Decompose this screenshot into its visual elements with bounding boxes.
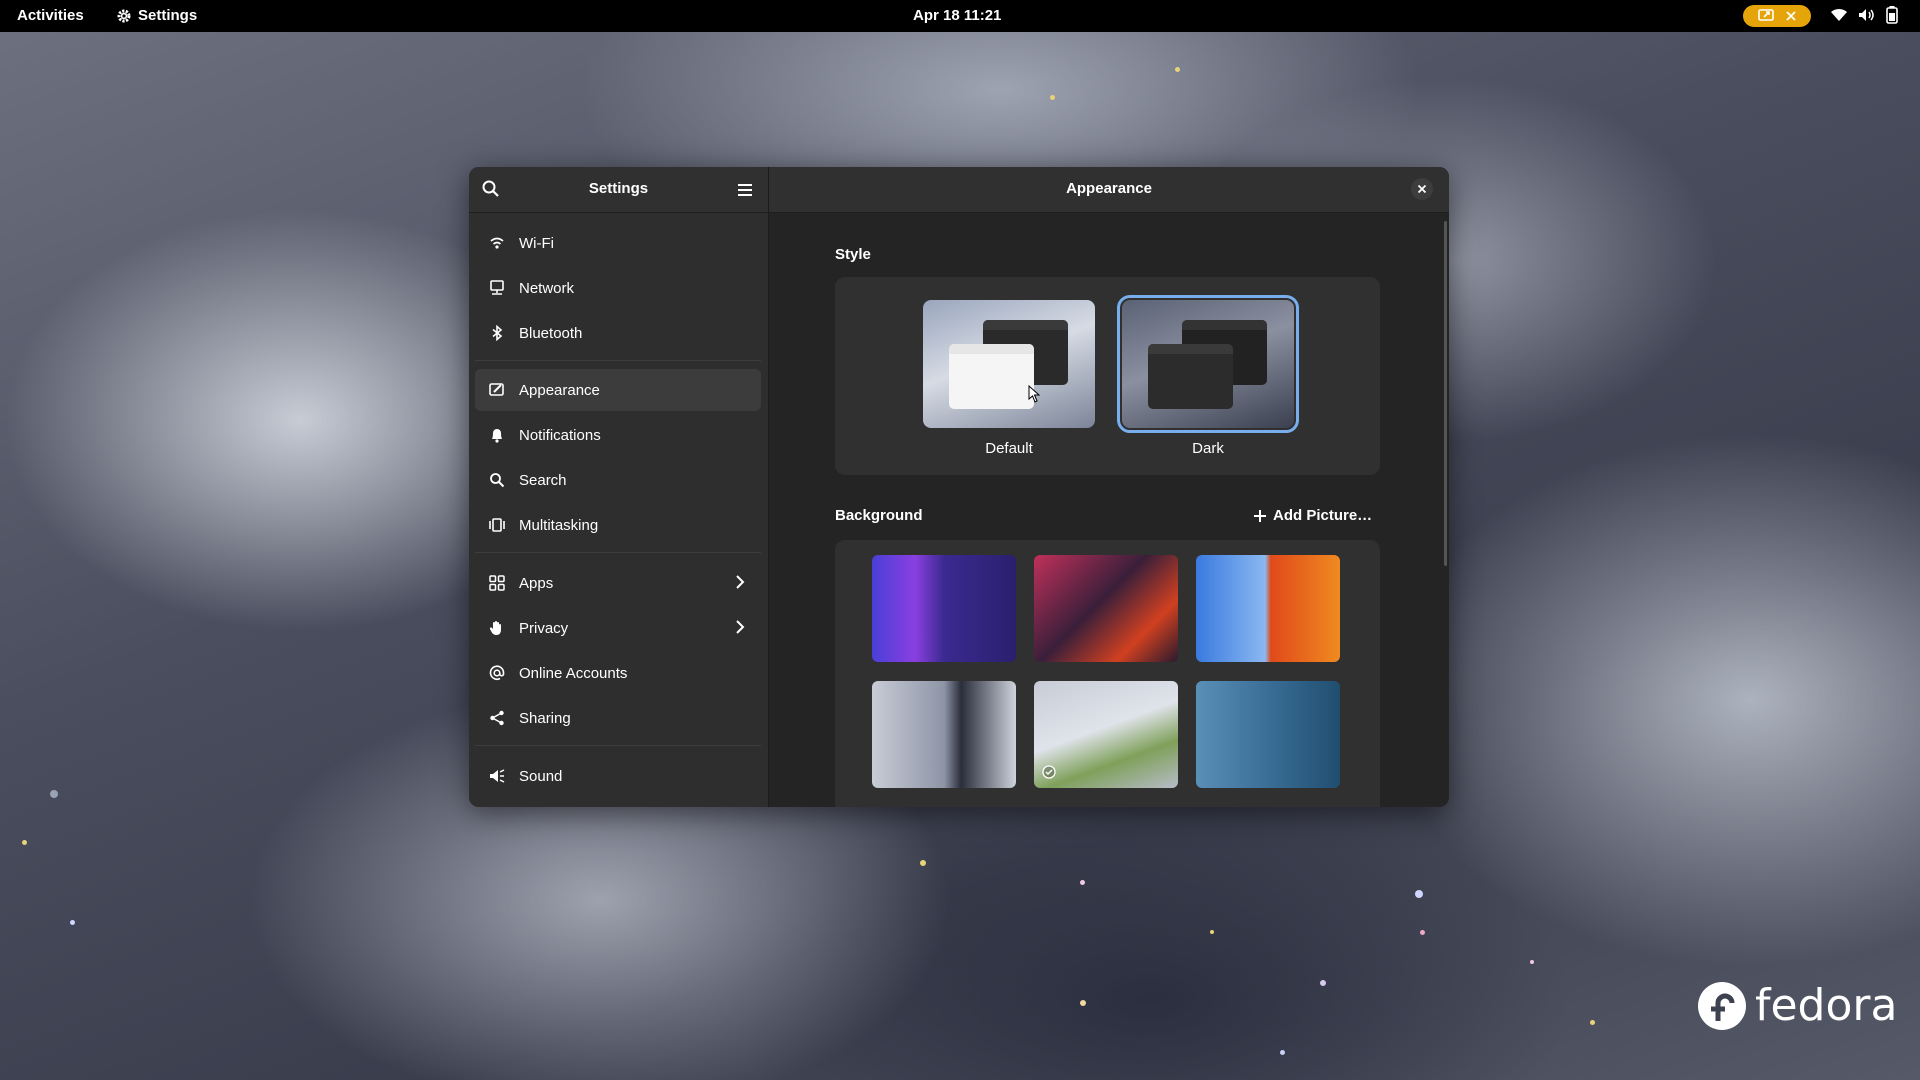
- add-picture-button[interactable]: Add Picture…: [1253, 507, 1372, 524]
- sidebar-item-label: Search: [519, 471, 567, 489]
- appearance-icon: [487, 380, 507, 400]
- wifi-icon: [1831, 8, 1847, 21]
- sidebar-item-sharing[interactable]: Sharing: [475, 697, 761, 739]
- background-thumbnail[interactable]: [1034, 555, 1178, 662]
- sidebar-item-online-accounts[interactable]: Online Accounts: [475, 652, 761, 694]
- background-card: [835, 540, 1380, 807]
- sidebar-item-apps[interactable]: Apps: [475, 562, 761, 604]
- style-card: Default Dark: [835, 277, 1380, 475]
- style-label-dark: Dark: [1192, 440, 1224, 457]
- sidebar-item-label: Online Accounts: [519, 664, 628, 682]
- sidebar-separator: [475, 360, 761, 361]
- settings-window: Settings Wi-Fi Network Bluetooth Appeara…: [469, 167, 1449, 807]
- sidebar-item-label: Appearance: [519, 381, 600, 399]
- bluetooth-icon: [487, 323, 507, 343]
- screen-share-indicator[interactable]: [1743, 5, 1811, 27]
- sidebar: Settings Wi-Fi Network Bluetooth Appeara…: [469, 167, 769, 807]
- close-button[interactable]: [1411, 178, 1433, 200]
- sidebar-item-label: Bluetooth: [519, 324, 583, 342]
- content-header: Appearance: [769, 167, 1449, 213]
- hand-icon: [487, 618, 507, 638]
- share-icon: [487, 708, 507, 728]
- sidebar-separator: [475, 745, 761, 746]
- add-picture-label: Add Picture…: [1273, 507, 1373, 524]
- background-thumbnail-selected[interactable]: [1034, 681, 1178, 788]
- hamburger-menu-icon[interactable]: [735, 180, 755, 200]
- sidebar-item-label: Privacy: [519, 619, 569, 637]
- sidebar-item-wifi[interactable]: Wi-Fi: [475, 222, 761, 264]
- bell-icon: [487, 425, 507, 445]
- plus-icon: [1254, 509, 1266, 522]
- volume-icon: [1859, 9, 1874, 21]
- sidebar-item-search[interactable]: Search: [475, 459, 761, 501]
- sidebar-separator: [475, 552, 761, 553]
- background-thumbnail[interactable]: [1196, 681, 1340, 788]
- wifi-icon: [487, 233, 507, 253]
- background-thumbnail[interactable]: [872, 681, 1016, 788]
- style-option-dark[interactable]: [1117, 295, 1299, 433]
- sidebar-item-appearance[interactable]: Appearance: [475, 369, 761, 411]
- sidebar-title: Settings: [588, 180, 649, 197]
- at-icon: [487, 663, 507, 683]
- app-menu-label: Settings: [138, 7, 198, 24]
- system-tray[interactable]: [1830, 6, 1898, 24]
- style-section-title: Style: [835, 246, 871, 263]
- search-icon: [487, 470, 507, 490]
- sidebar-item-notifications[interactable]: Notifications: [475, 414, 761, 456]
- fedora-logo-icon: [1698, 981, 1746, 1030]
- sidebar-item-network[interactable]: Network: [475, 267, 761, 309]
- activities-button[interactable]: Activities: [17, 7, 84, 24]
- close-icon: [1417, 184, 1427, 194]
- background-section-title: Background: [835, 507, 923, 524]
- sidebar-item-privacy[interactable]: Privacy: [475, 607, 761, 649]
- style-label-default: Default: [985, 440, 1033, 457]
- mouse-cursor: [1028, 385, 1040, 403]
- background-thumbnail[interactable]: [1196, 555, 1340, 662]
- speaker-icon: [487, 766, 507, 786]
- battery-icon: [1886, 6, 1898, 24]
- sidebar-item-label: Network: [519, 279, 575, 297]
- sidebar-item-bluetooth[interactable]: Bluetooth: [475, 312, 761, 354]
- sidebar-item-label: Wi-Fi: [519, 234, 554, 252]
- fedora-logo-text: fedora: [1755, 980, 1898, 1031]
- window-preview-light: [949, 344, 1034, 409]
- sidebar-item-label: Sound: [519, 767, 563, 785]
- close-icon[interactable]: [1786, 11, 1796, 21]
- multitasking-icon: [487, 515, 507, 535]
- clock[interactable]: Apr 18 11:21: [913, 7, 1001, 24]
- chevron-right-icon: [736, 575, 745, 589]
- sidebar-item-multitasking[interactable]: Multitasking: [475, 504, 761, 546]
- checkmark-icon: [1042, 765, 1056, 779]
- fedora-logo: fedora: [1697, 980, 1897, 1031]
- sidebar-item-label: Multitasking: [519, 516, 599, 534]
- sidebar-item-sound[interactable]: Sound: [475, 755, 761, 797]
- chevron-right-icon: [736, 620, 745, 634]
- top-bar: Activities Settings Apr 18 11:21: [0, 0, 1920, 32]
- background-thumbnail[interactable]: [872, 555, 1016, 662]
- content-scrollbar[interactable]: [1444, 221, 1447, 566]
- sidebar-item-label: Sharing: [519, 709, 571, 727]
- app-menu-button[interactable]: Settings: [116, 7, 197, 24]
- screen-share-icon: [1758, 9, 1774, 21]
- sidebar-item-label: Apps: [519, 574, 554, 592]
- window-preview-dark: [1148, 344, 1233, 409]
- gear-icon: [117, 9, 131, 22]
- content-pane: Appearance Style Default Dark Background…: [769, 167, 1449, 807]
- page-title: Appearance: [1066, 180, 1152, 197]
- sidebar-header: Settings: [469, 167, 768, 213]
- network-icon: [487, 278, 507, 298]
- apps-icon: [487, 573, 507, 593]
- sidebar-item-label: Notifications: [519, 426, 601, 444]
- style-option-default[interactable]: [923, 300, 1095, 428]
